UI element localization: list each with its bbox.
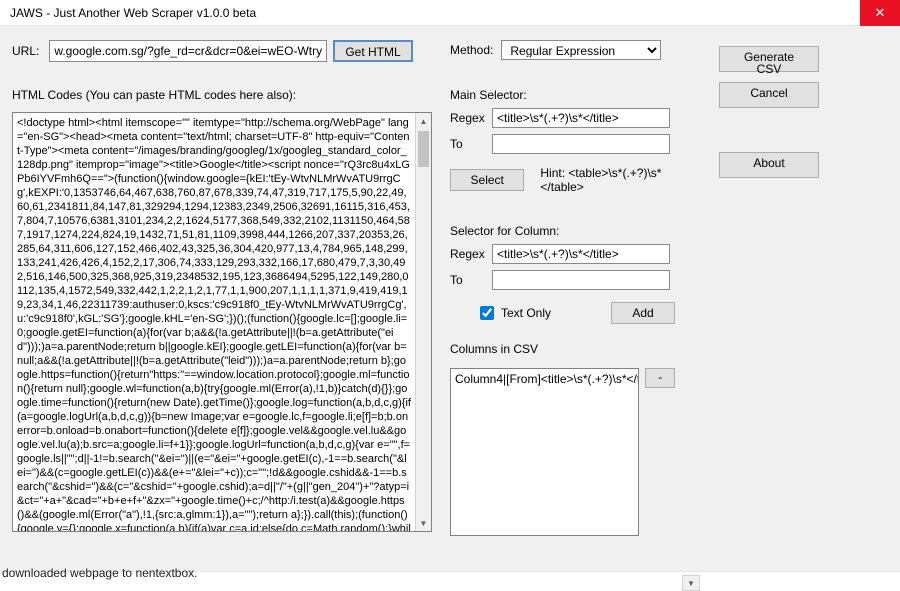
text-only-row: Text Only Add: [450, 302, 675, 324]
text-only-checkbox[interactable]: [480, 306, 494, 320]
add-button[interactable]: Add: [611, 302, 675, 324]
footer-scroll-arrow-icon[interactable]: ▼: [682, 575, 700, 591]
url-row: URL: Get HTML: [12, 40, 432, 62]
main-regex-input[interactable]: [492, 108, 670, 128]
method-select[interactable]: Regular Expression: [501, 40, 661, 60]
get-html-button[interactable]: Get HTML: [333, 40, 412, 62]
close-button[interactable]: ✕: [860, 0, 900, 26]
text-only-label-wrap[interactable]: Text Only: [476, 303, 551, 323]
footer: downloaded webpage to nentextbox. ▼: [0, 571, 900, 591]
columns-listbox[interactable]: Column4|[From]<title>\s*(.+?)\s*</title>…: [450, 368, 639, 536]
column-selector-label: Selector for Column:: [450, 224, 675, 238]
main-selector-label: Main Selector:: [450, 88, 675, 102]
titlebar: JAWS - Just Another Web Scraper v1.0.0 b…: [0, 0, 900, 26]
url-input[interactable]: [49, 40, 327, 62]
main-to-label: To: [450, 137, 490, 151]
html-codes-box: <!doctype html><html itemscope="" itemty…: [12, 112, 432, 532]
col-to-label: To: [450, 273, 490, 287]
method-label: Method:: [450, 43, 493, 57]
generate-csv-button[interactable]: Generate CSV: [719, 46, 819, 72]
scrollbar[interactable]: ▲ ▼: [415, 113, 431, 531]
middle-column: Method: Regular Expression Main Selector…: [450, 40, 675, 565]
right-column: Generate CSV Cancel About: [693, 40, 888, 565]
scroll-up-icon[interactable]: ▲: [416, 113, 431, 129]
scroll-thumb[interactable]: [418, 131, 429, 167]
select-row: Select Hint: <table>\s*(.+?)\s*</table>: [450, 166, 675, 194]
about-button[interactable]: About: [719, 152, 819, 178]
col-regex-label: Regex: [450, 247, 490, 261]
columns-entry[interactable]: Column4|[From]<title>\s*(.+?)\s*</title>…: [455, 372, 634, 386]
remove-column-button[interactable]: -: [645, 368, 675, 388]
footer-fragment: downloaded webpage to nentextbox.: [2, 566, 198, 580]
hint-text: Hint: <table>\s*(.+?)\s*</table>: [540, 166, 675, 194]
close-icon: ✕: [875, 5, 886, 21]
html-codes-label: HTML Codes (You can paste HTML codes her…: [12, 88, 432, 102]
columns-csv-label: Columns in CSV: [450, 342, 675, 356]
cancel-button[interactable]: Cancel: [719, 82, 819, 108]
text-only-label: Text Only: [501, 306, 551, 320]
main-to-row: To: [450, 134, 675, 154]
main-to-input[interactable]: [492, 134, 670, 154]
col-to-input[interactable]: [492, 270, 670, 290]
select-button[interactable]: Select: [450, 169, 524, 191]
content-area: URL: Get HTML HTML Codes (You can paste …: [0, 26, 900, 571]
scroll-down-icon[interactable]: ▼: [416, 515, 431, 531]
window-title: JAWS - Just Another Web Scraper v1.0.0 b…: [10, 6, 860, 20]
html-codes-textarea[interactable]: <!doctype html><html itemscope="" itemty…: [13, 113, 415, 531]
main-regex-label: Regex: [450, 111, 490, 125]
col-regex-row: Regex: [450, 244, 675, 264]
method-row: Method: Regular Expression: [450, 40, 675, 60]
main-regex-row: Regex: [450, 108, 675, 128]
col-to-row: To: [450, 270, 675, 290]
columns-box-wrap: Column4|[From]<title>\s*(.+?)\s*</title>…: [450, 368, 675, 536]
col-regex-input[interactable]: [492, 244, 670, 264]
left-column: URL: Get HTML HTML Codes (You can paste …: [12, 40, 432, 565]
url-label: URL:: [12, 44, 39, 58]
